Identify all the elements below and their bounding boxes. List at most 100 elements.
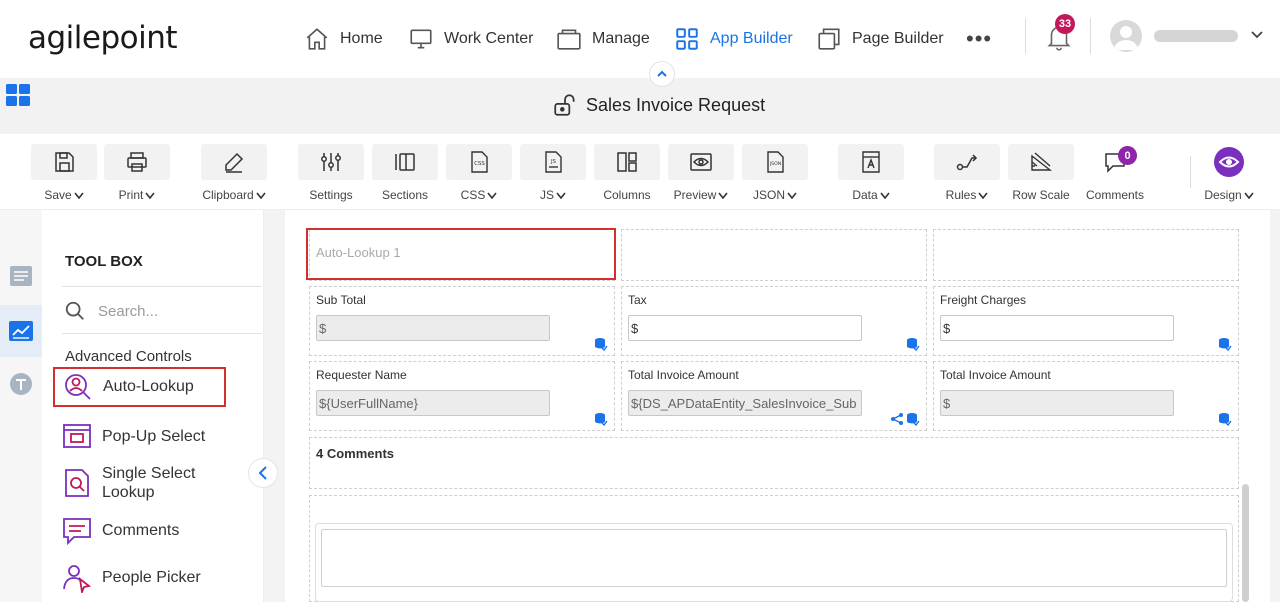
toolbox-panel: TOOL BOX Advanced Controls Auto-Lookup P… <box>42 210 264 602</box>
rail-themes-button[interactable] <box>0 358 42 410</box>
clipboard-button[interactable]: Clipboard <box>201 144 267 202</box>
auto-lookup-control[interactable]: Auto-Lookup 1 <box>306 228 616 280</box>
total-invoice-amount-input[interactable]: ${DS_APDataEntity_SalesInvoice_Sub <box>628 390 862 416</box>
freight-charges-input[interactable]: $ <box>940 315 1174 341</box>
database-icon[interactable] <box>906 412 920 426</box>
preview-button[interactable]: Preview <box>668 144 734 202</box>
settings-button[interactable]: Settings <box>298 144 364 202</box>
caret-down-icon <box>978 192 988 199</box>
auto-lookup-icon <box>65 374 91 400</box>
data-icon <box>862 151 880 173</box>
collapse-toolbox-button[interactable] <box>248 458 278 488</box>
toolbox-item-label: Comments <box>102 522 180 539</box>
caret-down-icon <box>256 192 266 199</box>
username-blurred <box>1154 30 1238 42</box>
user-icon <box>1114 26 1138 50</box>
toolbox-search <box>64 298 260 324</box>
toolbox-search-input[interactable] <box>98 302 248 320</box>
nav-divider <box>1025 18 1026 54</box>
nav-work-center[interactable]: Work Center <box>408 22 534 56</box>
print-label: Print <box>118 188 144 202</box>
chevron-up-icon <box>657 70 667 77</box>
more-menu-button[interactable]: ••• <box>966 26 992 52</box>
sections-button[interactable]: Sections <box>372 144 438 202</box>
row-scale-button[interactable]: Row Scale <box>1008 144 1074 202</box>
unlock-icon[interactable] <box>552 92 578 118</box>
pages-icon <box>818 28 840 50</box>
share-icon[interactable] <box>890 412 904 426</box>
database-icon[interactable] <box>594 412 608 426</box>
row-scale-icon <box>1031 152 1053 171</box>
columns-button[interactable]: Columns <box>594 144 660 202</box>
requester-name-input[interactable]: ${UserFullName} <box>316 390 550 416</box>
nav-manage[interactable]: Manage <box>556 22 650 56</box>
nav-home[interactable]: Home <box>304 22 383 56</box>
form-cell-freight-charges[interactable]: Freight Charges $ <box>933 286 1239 356</box>
nav-app-builder[interactable]: App Builder <box>674 22 793 56</box>
columns-label: Columns <box>603 188 651 202</box>
svg-text:JS: JS <box>550 159 557 165</box>
toolbox-item-people-picker[interactable]: People Picker <box>62 563 201 593</box>
database-icon[interactable] <box>1218 412 1232 426</box>
apps-grid-icon[interactable] <box>6 84 30 106</box>
chevron-down-icon[interactable] <box>1250 28 1264 42</box>
toolbox-item-comments[interactable]: Comments <box>62 516 179 546</box>
tax-input[interactable]: $ <box>628 315 862 341</box>
comments-label: Comments <box>1085 188 1144 202</box>
print-button[interactable]: Print <box>104 144 170 202</box>
form-cell-requester-name[interactable]: Requester Name ${UserFullName} <box>309 361 615 431</box>
toolbox-item-popup-select[interactable]: Pop-Up Select <box>62 422 205 452</box>
caret-down-icon <box>74 192 84 199</box>
save-button[interactable]: Save <box>31 144 97 202</box>
form-cell-tax[interactable]: Tax $ <box>621 286 927 356</box>
js-button[interactable]: JS JS <box>520 144 586 202</box>
toolbox-item-auto-lookup[interactable]: Auto-Lookup <box>53 367 226 407</box>
data-button[interactable]: Data <box>838 144 904 202</box>
clipboard-icon <box>225 152 244 173</box>
json-button[interactable]: JSON JSON <box>742 144 808 202</box>
toolbox-divider <box>62 286 262 287</box>
avatar[interactable] <box>1110 20 1142 52</box>
comments-button[interactable]: Comments <box>1082 144 1148 202</box>
toolbox-item-single-select-lookup[interactable]: Single Select Lookup <box>62 464 212 502</box>
form-cell-empty[interactable] <box>933 229 1239 281</box>
canvas-scrollbar[interactable] <box>1242 484 1249 602</box>
database-icon[interactable] <box>1218 337 1232 351</box>
save-label: Save <box>44 188 72 202</box>
css-button[interactable]: CSS CSS <box>446 144 512 202</box>
form-title: Sales Invoice Request <box>552 92 765 118</box>
nav-page-builder[interactable]: Page Builder <box>816 22 944 56</box>
form-cell-total-invoice-amount[interactable]: Total Invoice Amount ${DS_APDataEntity_S… <box>621 361 927 431</box>
svg-text:CSS: CSS <box>474 161 485 167</box>
rules-label: Rules <box>945 188 977 202</box>
collapse-header-button[interactable] <box>649 61 675 87</box>
caret-down-icon <box>487 192 497 199</box>
total-invoice-amount-input-2[interactable]: $ <box>940 390 1174 416</box>
rules-icon <box>956 154 978 171</box>
nav-app-builder-label: App Builder <box>710 30 793 47</box>
database-icon[interactable] <box>594 337 608 351</box>
rules-button[interactable]: Rules <box>934 144 1000 202</box>
single-select-lookup-icon <box>65 469 89 497</box>
comment-textarea[interactable] <box>321 529 1227 587</box>
agilepoint-logo[interactable]: agilepoint <box>28 20 178 56</box>
svg-text:JSON: JSON <box>769 161 781 167</box>
rail-toolbox-button[interactable] <box>0 305 42 357</box>
form-cell-comments-header[interactable]: 4 Comments <box>309 437 1239 489</box>
list-icon <box>10 266 32 286</box>
ribbon-toolbar: Save Print Clipboard Settings Sections C… <box>0 134 1280 210</box>
nav-home-label: Home <box>340 30 383 47</box>
database-icon[interactable] <box>906 337 920 351</box>
form-cell-sub-total[interactable]: Sub Total $ <box>309 286 615 356</box>
design-button[interactable]: Design <box>1196 144 1262 202</box>
rail-forms-button[interactable] <box>0 250 42 302</box>
theme-t-icon <box>10 373 32 395</box>
settings-label: Settings <box>309 188 353 202</box>
form-cell-empty[interactable] <box>621 229 927 281</box>
sub-total-input[interactable]: $ <box>316 315 550 341</box>
toolbox-divider <box>62 333 262 334</box>
preview-label: Preview <box>673 188 717 202</box>
folder-icon <box>557 29 581 50</box>
form-cell-total-invoice-amount-2[interactable]: Total Invoice Amount $ <box>933 361 1239 431</box>
notification-count-badge: 33 <box>1055 14 1075 34</box>
